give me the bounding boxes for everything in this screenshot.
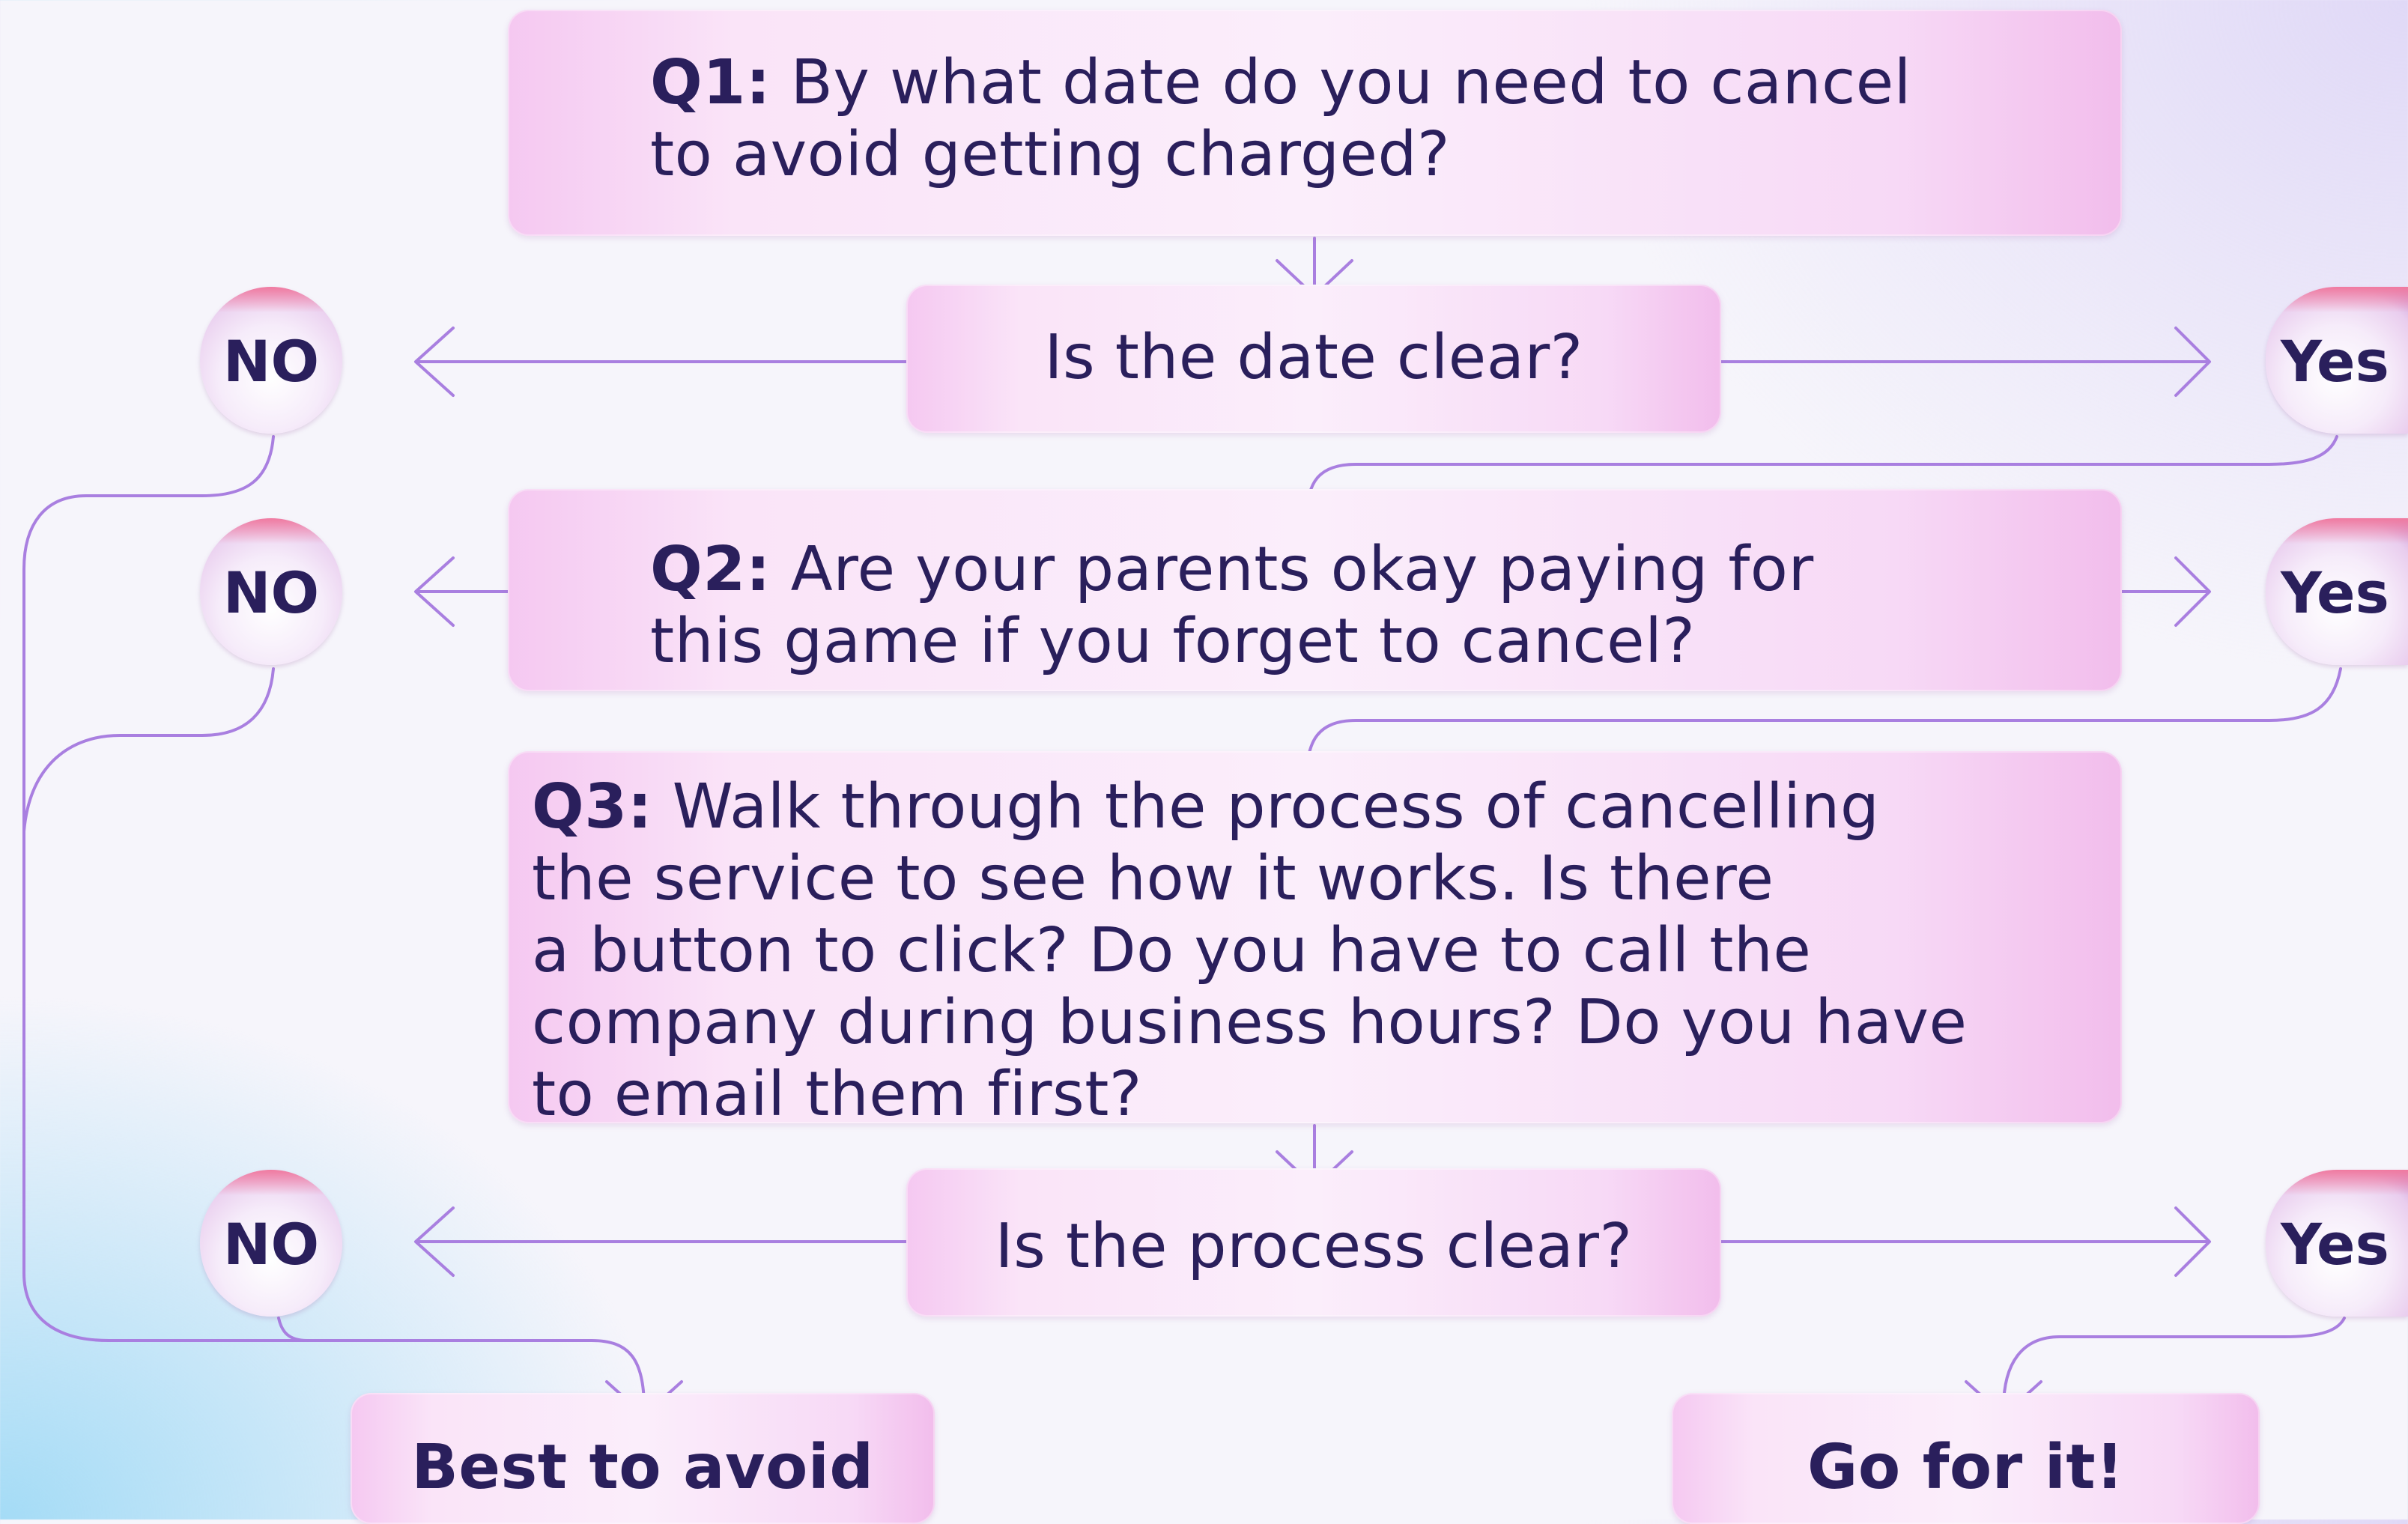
q3-line4: company during business hours? Do you ha… (532, 987, 1968, 1058)
no-label-3: NO (222, 1211, 320, 1278)
q1-text: Q1: By what date do you need to cancel t… (650, 47, 1911, 191)
yes-label-3: Yes (2281, 1211, 2389, 1278)
arrow-no3-to-trunk (277, 1317, 309, 1342)
no-label-2: NO (222, 559, 320, 626)
q1-label: Q1: (650, 47, 771, 118)
q3-line1: Walk through the process of cancelling (672, 771, 1880, 843)
yes-label-2: Yes (2281, 559, 2389, 626)
q3-label: Q3: (532, 771, 653, 843)
q3-line3: a button to click? Do you have to call t… (532, 915, 1812, 986)
q1-line1: By what date do you need to cancel (790, 47, 1911, 118)
q3-line5: to email them first? (532, 1059, 1142, 1130)
go-for-it-box: Go for it! (1672, 1393, 2260, 1524)
no-label-1: NO (222, 328, 320, 395)
best-to-avoid-box: Best to avoid (351, 1393, 935, 1524)
no-circle-2: NO (200, 518, 342, 665)
yes-circle-1: Yes (2266, 287, 2408, 434)
arrow-trunk-to-avoid (22, 1272, 646, 1409)
process-clear-box: Is the process clear? (906, 1168, 1721, 1317)
arrow-no2-to-avoid (22, 667, 275, 833)
best-to-avoid-text: Best to avoid (411, 1432, 874, 1503)
q3-line2: the service to see how it works. Is ther… (532, 843, 1774, 914)
yes-circle-2: Yes (2266, 518, 2408, 665)
q2-line1: Are your parents okay paying for (790, 534, 1814, 605)
q3-box: Q3: Walk through the process of cancelli… (508, 751, 2122, 1130)
flowchart: Q1: By what date do you need to cancel t… (0, 0, 2408, 1524)
no-circle-1: NO (200, 287, 342, 434)
q2-box: Q2: Are your parents okay paying for thi… (508, 489, 2122, 691)
yes-circle-3: Yes (2266, 1170, 2408, 1317)
go-for-it-text: Go for it! (1807, 1432, 2124, 1503)
q2-line2: this game if you forget to cancel? (650, 606, 1696, 677)
q1-line2: to avoid getting charged? (650, 119, 1451, 190)
q2-text: Q2: Are your parents okay paying for thi… (650, 534, 1814, 678)
date-clear-text: Is the date clear? (1044, 322, 1583, 393)
yes-label-1: Yes (2281, 328, 2389, 395)
q3-text: Q3: Walk through the process of cancelli… (532, 771, 1968, 1131)
no-circle-3: NO (200, 1170, 342, 1317)
q1-box: Q1: By what date do you need to cancel t… (508, 10, 2122, 236)
process-clear-text: Is the process clear? (995, 1211, 1633, 1282)
q2-label: Q2: (650, 534, 771, 605)
date-clear-box: Is the date clear? (906, 285, 1721, 433)
